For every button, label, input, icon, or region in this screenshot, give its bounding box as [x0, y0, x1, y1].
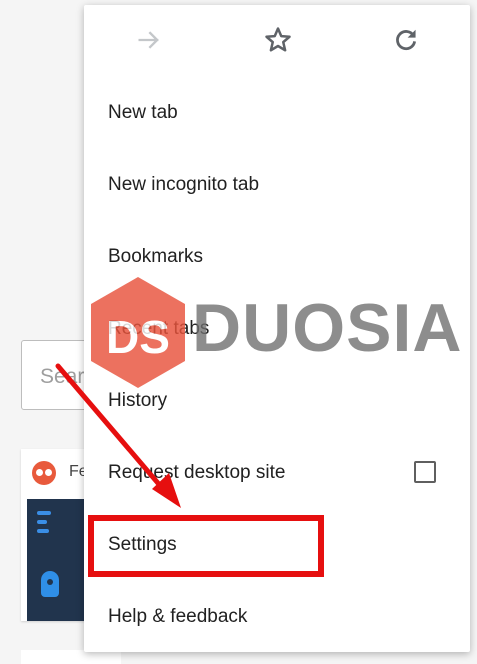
settings-highlight-box — [88, 515, 324, 577]
